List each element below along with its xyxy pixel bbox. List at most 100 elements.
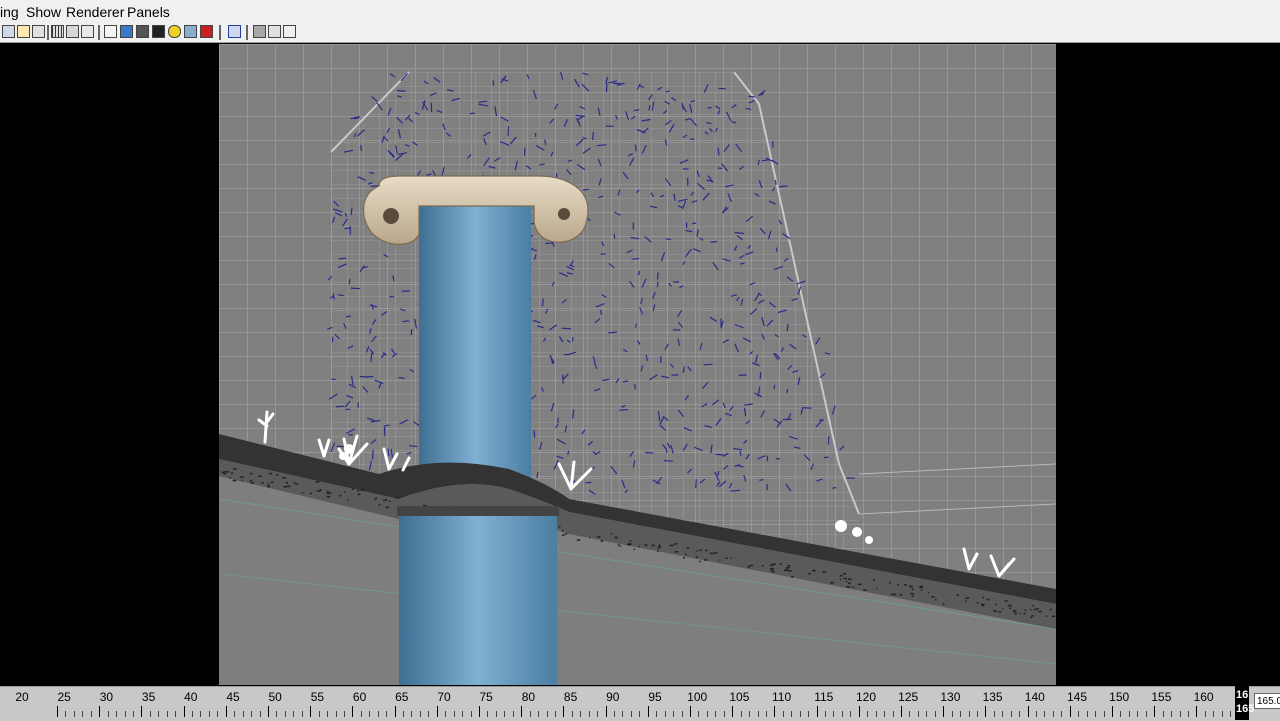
tick-minor [960,711,961,717]
wireframe-icon[interactable] [104,25,117,38]
speckle [784,570,787,572]
film-gate-icon[interactable] [66,25,79,38]
speckle [250,473,253,475]
tick-minor [234,711,235,717]
tick-label: 35 [142,690,155,704]
tick-minor [209,711,210,717]
speckle [843,578,847,580]
speckle [269,473,272,475]
tick-minor [1044,711,1045,717]
scene-render [219,44,1056,685]
speckle [320,489,322,491]
speckle [912,595,914,597]
particle [348,435,353,436]
tick-minor [91,711,92,717]
tick-minor [504,711,505,717]
tick-minor [344,711,345,717]
menu-shading[interactable]: ing [0,4,19,20]
resolution-gate-icon[interactable] [81,25,94,38]
tick-minor [842,711,843,717]
tick-minor [631,711,632,717]
speckle [628,543,632,545]
particle [690,139,694,140]
tick-label: 50 [269,690,282,704]
speckle [286,482,289,484]
speckle [634,549,635,551]
menu-renderer[interactable]: Renderer [66,4,124,20]
end-frame-field[interactable]: 165.0 [1254,693,1280,709]
camera-icon[interactable] [2,25,15,38]
speckle [654,545,655,547]
particle [664,461,673,462]
tick-minor [1061,711,1062,717]
tick-minor [319,711,320,717]
speckle [242,480,243,482]
speckle [770,569,772,571]
particle [739,375,747,376]
speckle [772,563,776,565]
speckle [618,544,620,546]
speckle [928,592,930,594]
speckle [658,546,661,548]
tick-major [57,706,58,717]
tick-minor [707,711,708,717]
tick-minor [243,711,244,717]
tick-minor [1120,711,1121,717]
speckle [294,482,295,484]
time-slider[interactable]: 2025303540455055606570758085909510010511… [0,686,1280,721]
xray-icon[interactable] [253,25,266,38]
shadow-icon[interactable] [152,25,165,38]
speckle [791,576,794,578]
speckle [982,597,984,599]
tick-label: 45 [226,690,239,704]
viewport-3d[interactable] [219,44,1056,685]
tick-major [521,706,522,717]
tick-minor [1036,711,1037,717]
waterfall-lower [399,512,557,685]
texture-icon[interactable] [184,25,197,38]
speckle [674,543,676,545]
default-material-icon[interactable] [200,25,213,38]
smooth-shade-icon[interactable] [120,25,133,38]
bookmark-icon[interactable] [32,25,45,38]
speckle [852,587,854,589]
tick-major [774,706,775,717]
speckle [374,499,375,501]
speckle [267,486,269,488]
isolate-icon[interactable] [228,25,241,38]
speckle [1039,611,1042,613]
tick-minor [158,711,159,717]
light-icon[interactable] [168,25,181,38]
tick-label: 145 [1067,690,1087,704]
speckle [931,596,934,598]
menu-bar: ing Show Renderer Panels [0,0,1280,24]
grid-icon[interactable] [51,25,64,38]
tick-minor [1188,711,1189,717]
tick-minor [1137,711,1138,717]
tick-label: 100 [687,690,707,704]
speckle [589,537,590,539]
tick-minor [420,711,421,717]
hud-icon[interactable] [283,25,296,38]
menu-panels[interactable]: Panels [127,4,170,20]
speckle [705,550,708,552]
tick-minor [471,711,472,717]
tick-label: 125 [898,690,918,704]
particle [534,430,535,438]
particle [572,337,573,341]
tick-minor [833,711,834,717]
speckle [620,546,621,548]
camera-attributes-icon[interactable] [17,25,30,38]
speckle [1032,605,1034,607]
tick-minor [766,711,767,717]
menu-show[interactable]: Show [26,4,61,20]
wireframe-on-shaded-icon[interactable] [268,25,281,38]
speckle [987,599,990,601]
particle [636,323,637,328]
particle [787,389,788,393]
tick-minor [1104,711,1105,717]
speckle [287,486,291,488]
tick-minor [116,711,117,717]
speckle [222,472,225,474]
flat-shade-icon[interactable] [136,25,149,38]
